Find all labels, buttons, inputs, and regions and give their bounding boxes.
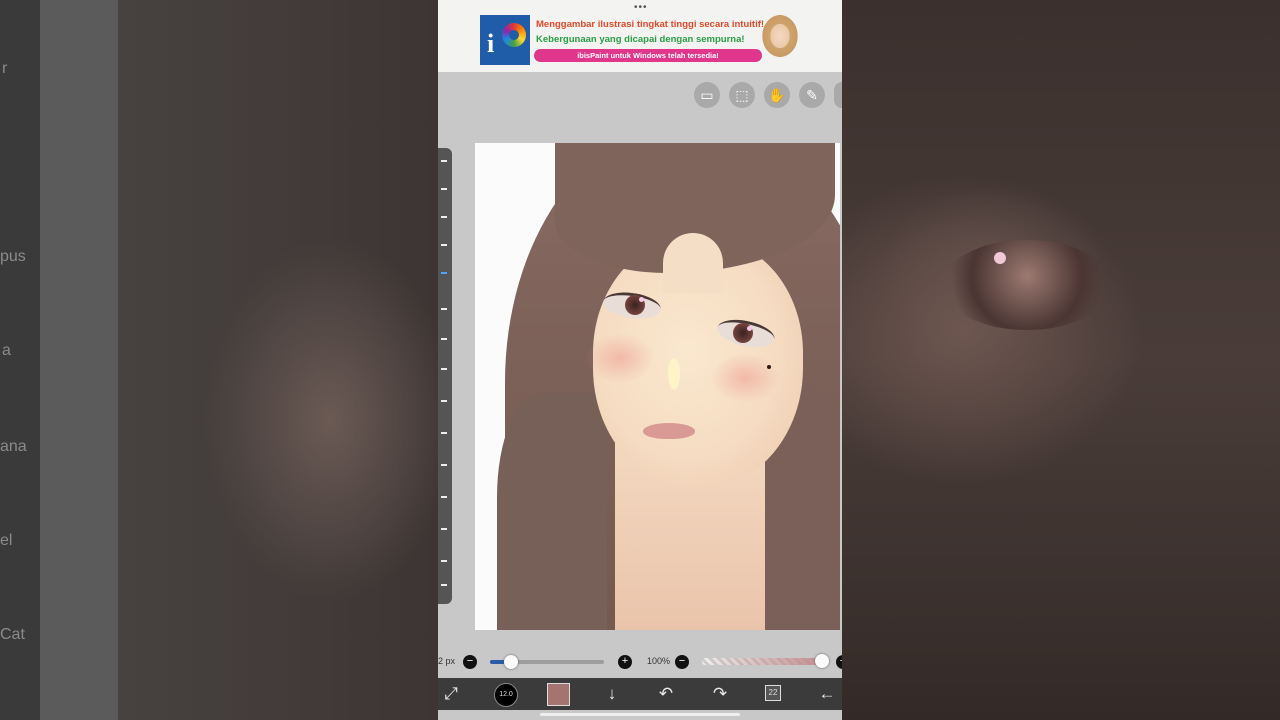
opacity-decrease-button[interactable]: −	[675, 655, 689, 669]
home-indicator[interactable]	[540, 713, 740, 716]
bottom-toolbar: ⤢ 12.0 ↓ ↶ ↷ 22 ←	[438, 678, 842, 710]
hand-icon[interactable]: ✋	[764, 82, 790, 108]
opacity-knob[interactable]	[815, 654, 829, 668]
brush-size-badge: 12.0	[499, 691, 513, 698]
ad-headline: Menggambar ilustrasi tingkat tinggi seca…	[536, 19, 765, 30]
panel-item[interactable]	[441, 584, 447, 586]
panel-item[interactable]	[441, 528, 447, 530]
ad-cta[interactable]: ibisPaint untuk Windows telah tersedia!	[534, 49, 762, 62]
blurred-eye	[942, 240, 1112, 330]
bg-text: pus	[0, 248, 26, 265]
slider-bar: 2 px − + 100% − +	[438, 648, 842, 676]
opacity-slider[interactable]	[702, 654, 829, 668]
layer-icon[interactable]: 22	[765, 685, 781, 701]
panel-item[interactable]	[441, 338, 447, 340]
app-screen: ••• i Menggambar ilustrasi tingkat tingg…	[438, 0, 842, 720]
ad-subline: Kebergunaan yang dicapai dengan sempurna…	[536, 34, 745, 45]
opacity-fill	[702, 658, 824, 665]
opacity-label: 100%	[647, 656, 671, 666]
layer-number: 22	[768, 688, 778, 697]
size-decrease-button[interactable]: −	[463, 655, 477, 669]
redo-icon[interactable]: ↷	[709, 684, 731, 704]
drawing-canvas[interactable]	[475, 143, 840, 630]
artwork-nose	[668, 358, 680, 390]
more-dots[interactable]: •••	[634, 2, 648, 13]
ad-banner[interactable]: ••• i Menggambar ilustrasi tingkat tingg…	[438, 0, 842, 72]
panel-item[interactable]	[441, 216, 447, 218]
color-wheel-icon	[502, 23, 526, 47]
bg-text: ana	[0, 438, 27, 455]
download-icon[interactable]: ↓	[601, 684, 623, 704]
bg-text: a	[2, 342, 11, 359]
bg-text: Cat	[0, 626, 25, 643]
blurred-background-right	[842, 0, 1280, 720]
panel-item-selected[interactable]	[441, 272, 447, 274]
back-icon[interactable]: ←	[816, 684, 838, 704]
panel-item[interactable]	[441, 464, 447, 466]
brush-size-label: 2 px	[438, 656, 456, 666]
artwork-mole	[767, 365, 771, 369]
panel-item[interactable]	[441, 400, 447, 402]
transform-icon[interactable]: ⤢	[440, 684, 462, 704]
material-icon[interactable]: ▭	[694, 82, 720, 108]
artwork-glint	[747, 326, 752, 331]
brush-list-panel[interactable]	[438, 148, 452, 604]
brush-icon[interactable]: 12.0	[494, 683, 518, 707]
bg-text: el	[0, 532, 13, 549]
selection-icon[interactable]: ⬚	[729, 82, 755, 108]
undo-icon[interactable]: ↶	[655, 684, 677, 704]
panel-item[interactable]	[441, 560, 447, 562]
ruler-icon[interactable]: ✎	[799, 82, 825, 108]
blurred-background-left: r pus a ana el Cat	[0, 0, 438, 720]
panel-item[interactable]	[441, 188, 447, 190]
opacity-increase-button[interactable]: +	[836, 655, 842, 669]
ibispaint-logo: i	[480, 15, 530, 65]
ad-character-image	[760, 14, 800, 66]
artwork-blush	[585, 333, 655, 383]
blurred-eye-glint	[994, 252, 1006, 264]
size-increase-button[interactable]: +	[618, 655, 632, 669]
brush-size-knob[interactable]	[503, 655, 518, 669]
top-toolbar: ▭ ⬚ ✋ ✎	[438, 82, 842, 108]
artwork-glint	[639, 297, 644, 302]
color-icon[interactable]	[547, 683, 570, 706]
logo-letter: i	[487, 29, 495, 58]
panel-item[interactable]	[441, 160, 447, 162]
artwork-lips	[643, 423, 695, 439]
panel-item[interactable]	[441, 496, 447, 498]
bg-text: r	[2, 60, 8, 77]
artwork-blush	[710, 353, 780, 403]
brush-size-slider[interactable]	[490, 655, 604, 669]
panel-item[interactable]	[441, 368, 447, 370]
artwork-forehead	[663, 233, 723, 293]
more-tools-icon[interactable]	[834, 82, 842, 108]
panel-item[interactable]	[441, 308, 447, 310]
artwork-hair-left	[497, 393, 607, 630]
panel-item[interactable]	[441, 244, 447, 246]
panel-item[interactable]	[441, 432, 447, 434]
